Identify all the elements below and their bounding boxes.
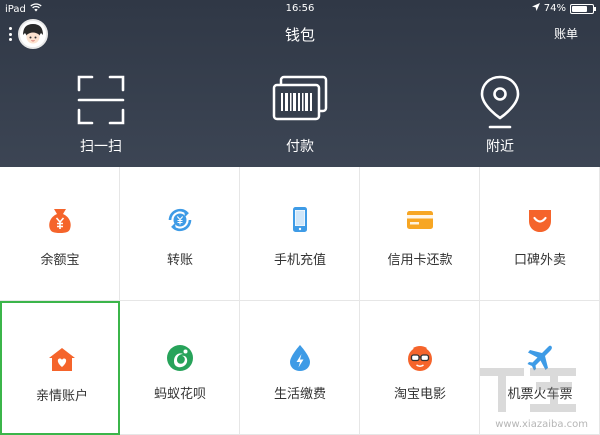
scan-label: 扫一扫 [80,139,122,155]
battery-icon [570,3,596,14]
service-huabei[interactable]: 蚂蚁花呗 [120,301,240,435]
service-label: 余额宝 [40,253,80,268]
page-title: 钱包 [284,26,315,44]
service-mobile-topup[interactable]: 手机充值 [240,167,360,301]
services-grid: 余额宝 转账 手机充值 信用卡还款 口碑外卖 亲情账户 蚂蚁花呗 生活缴费 淘宝… [0,167,600,435]
glasses-face-icon [405,343,435,373]
location-pin-icon [450,74,550,130]
credit-card-icon [405,205,435,235]
service-label: 手机充值 [273,253,326,268]
service-label: 口碑外卖 [513,253,566,268]
service-flight-train[interactable]: 机票火车票 [480,301,600,435]
service-credit-card[interactable]: 信用卡还款 [360,167,480,301]
battery-percent: 74% [543,3,566,14]
scan-button[interactable]: 扫一扫 [51,74,151,164]
status-time: 16:56 [285,3,315,14]
yuan-transfer-icon [165,205,195,235]
service-label: 亲情账户 [35,389,88,404]
pay-label: 付款 [286,139,314,155]
service-label: 机票火车票 [507,387,573,402]
location-arrow-icon [531,3,540,14]
service-label: 生活缴费 [273,387,326,402]
huabei-icon [165,343,195,373]
nearby-button[interactable]: 附近 [450,74,550,164]
service-transfer[interactable]: 转账 [120,167,240,301]
barcode-pay-icon [250,74,350,126]
service-label: 蚂蚁花呗 [153,387,206,402]
pay-button[interactable]: 付款 [250,74,350,164]
service-label: 信用卡还款 [387,253,453,268]
service-label: 转账 [166,253,193,268]
heart-house-icon [47,345,77,375]
smile-bag-icon [525,205,555,235]
money-bag-icon [45,205,75,235]
mobile-phone-icon [285,205,315,235]
wallet-header-panel: iPad 16:56 74% 钱包 账单 扫一扫 付款 附近 [0,0,600,167]
water-drop-icon [285,343,315,373]
scan-icon [51,74,151,126]
airplane-icon [525,343,555,373]
service-yuebao[interactable]: 余额宝 [0,167,120,301]
service-koubei-takeout[interactable]: 口碑外卖 [480,167,600,301]
service-taobao-movie[interactable]: 淘宝电影 [360,301,480,435]
service-utility-payment[interactable]: 生活缴费 [240,301,360,435]
service-label: 淘宝电影 [393,387,446,402]
nearby-label: 附近 [486,139,514,155]
status-bar: iPad 16:56 74% [0,0,600,18]
bill-button[interactable]: 账单 [554,25,578,42]
navigation-bar: 钱包 账单 [0,18,600,50]
service-family-account[interactable]: 亲情账户 [0,301,120,435]
